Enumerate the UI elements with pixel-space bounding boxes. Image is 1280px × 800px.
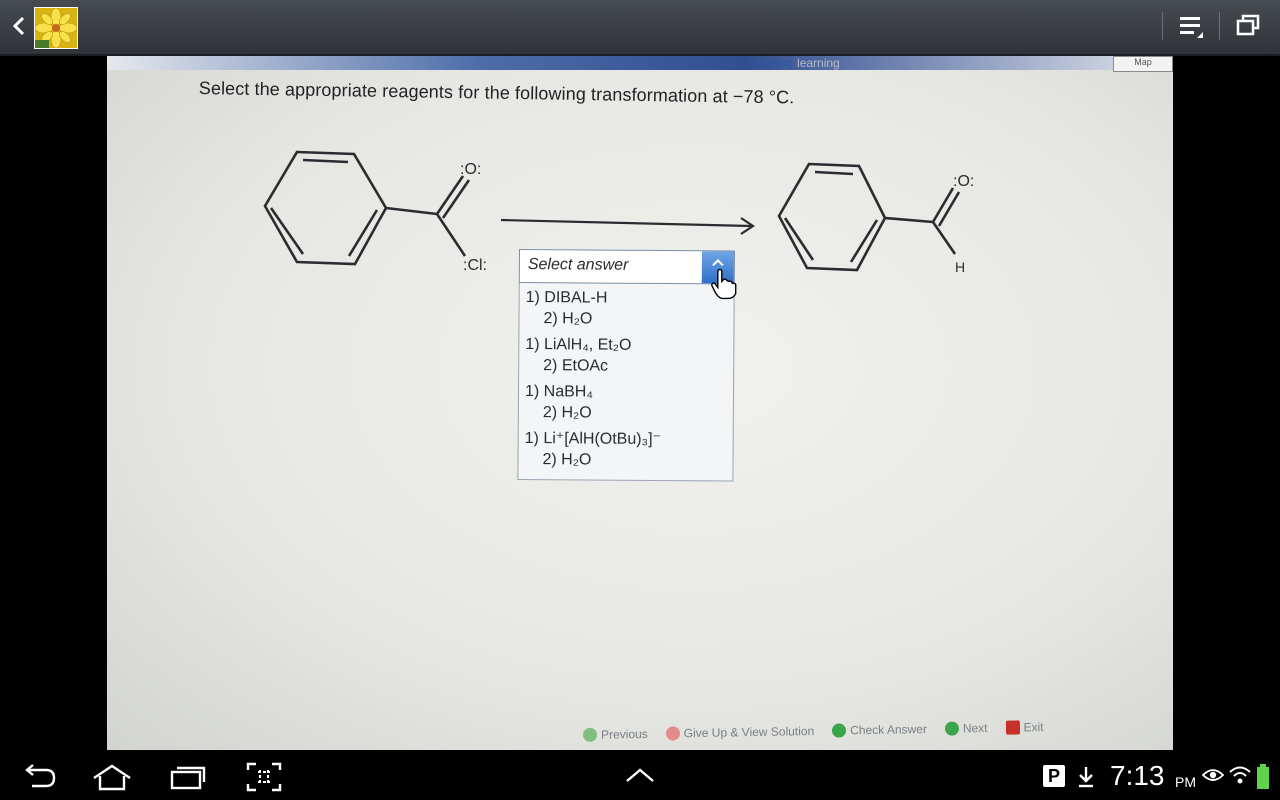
wifi-icon [1229,766,1251,784]
screen-photo: sapling learning Map Select the appropria… [107,56,1173,750]
reaction-arrow [500,217,755,235]
question-text: Select the appropriate reagents for the … [198,78,795,108]
option-line-1: 1) NaBH₄ [524,383,593,401]
next-button[interactable]: Next [944,721,988,736]
previous-button[interactable]: Previous [582,727,648,743]
app-thumbnail-icon[interactable] [34,7,78,49]
app-top-bar [0,0,1280,56]
back-chevron-icon[interactable] [8,10,30,42]
brand-logo: sapling learning [755,56,840,70]
check-answer-button[interactable]: Check Answer [832,722,927,738]
option-line-1: 1) Li⁺[AlH(OtBu)₃]⁻ [524,430,662,448]
parking-icon: P [1043,765,1065,787]
select-placeholder: Select answer [527,256,629,274]
option-lialh4[interactable]: 1) LiAlH₄, Et₂O 2) EtOAc [519,332,733,380]
option-line-1: 1) DIBAL-H [525,289,608,307]
option-line-2: 2) H₂O [543,310,593,328]
select-header[interactable]: Select answer [518,249,737,300]
footer-actions: Previous Give Up & View Solution Check A… [582,720,1044,743]
menu-icon[interactable] [1177,12,1205,40]
system-navigation-bar: P [0,752,1280,800]
back-icon[interactable] [20,762,58,792]
recent-apps-icon[interactable] [168,762,208,792]
eye-icon [1202,769,1224,781]
option-line-1: 1) LiAlH₄, Et₂O [525,336,632,354]
reactant-carbonyl-label: :O: [460,161,481,178]
option-line-2: 2) H₂O [542,404,592,422]
option-line-2: 2) EtOAc [543,357,609,375]
download-icon [1079,767,1093,788]
reactant-halide-label: :Cl: [463,257,487,274]
divider [1162,12,1163,40]
home-icon[interactable] [90,762,134,792]
select-options: 1) DIBAL-H 2) H₂O 1) LiAlH₄, Et₂O 2) EtO… [517,282,735,482]
battery-icon [1257,764,1269,789]
status-clock: 7:13 [1110,760,1165,791]
option-nabh4[interactable]: 1) NaBH₄ 2) H₂O [519,379,733,427]
site-header-strip [107,56,1173,70]
option-line-2: 2) H₂O [542,451,592,469]
option-dibal[interactable]: 1) DIBAL-H 2) H₂O [519,285,733,333]
hand-cursor-icon [711,268,737,300]
divider [1219,12,1220,40]
map-button[interactable]: Map [1113,56,1173,72]
product-carbonyl-label: :O: [953,173,974,190]
reactant-benzoyl-chloride [263,150,471,266]
product-benzaldehyde [777,162,961,272]
product-h-label: H [955,259,965,275]
status-ampm: PM [1175,774,1196,790]
give-up-button[interactable]: Give Up & View Solution [665,724,814,741]
chevron-up-icon[interactable] [624,766,656,786]
popup-window-icon[interactable] [1234,12,1262,40]
exit-button[interactable]: Exit [1005,720,1044,735]
screenshot-icon[interactable] [246,762,282,792]
reagent-select[interactable]: Select answer 1) DIBAL-H 2) H₂O 1) LiAlH… [517,249,737,482]
option-lithium-tri-tert-butoxy[interactable]: 1) Li⁺[AlH(OtBu)₃]⁻ 2) H₂O [518,426,732,474]
